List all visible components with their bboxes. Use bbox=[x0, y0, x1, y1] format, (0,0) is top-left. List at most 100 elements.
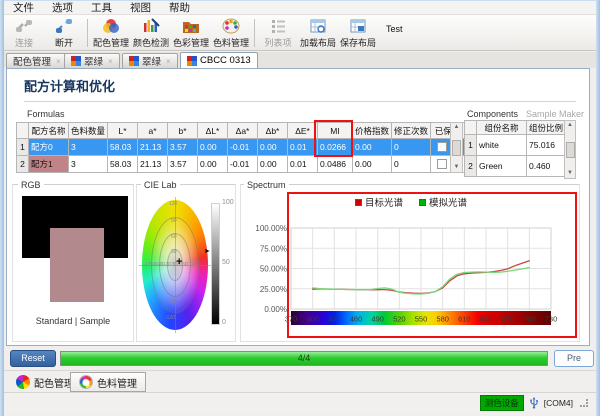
list-items-icon bbox=[268, 17, 288, 35]
palette-icon bbox=[79, 375, 93, 389]
column-header[interactable]: b* bbox=[168, 123, 198, 139]
menu-help[interactable]: 帮助 bbox=[160, 0, 199, 15]
component-ratio-cell[interactable]: 75.016 bbox=[527, 135, 566, 156]
column-header[interactable]: ΔL* bbox=[198, 123, 228, 139]
menu-options[interactable]: 选项 bbox=[43, 0, 82, 15]
sample-maker-tab[interactable]: Sample Maker bbox=[523, 109, 587, 119]
tab-close-icon[interactable]: × bbox=[56, 57, 61, 66]
dock-tab-label: 配色管理 bbox=[34, 375, 74, 390]
title-divider bbox=[24, 101, 576, 102]
load-layout-icon bbox=[308, 17, 328, 35]
scroll-thumb[interactable] bbox=[452, 140, 461, 156]
reset-button[interactable]: Reset bbox=[10, 350, 56, 367]
dock-tab-colorant-manage[interactable]: 色料管理 bbox=[70, 372, 146, 392]
tab-emerald-1[interactable]: 翠绿 × bbox=[64, 53, 120, 68]
column-header[interactable]: Δb* bbox=[258, 123, 288, 139]
formula-value-cell[interactable]: 58.03 bbox=[108, 156, 138, 173]
components-scrollbar[interactable]: ▲▼ bbox=[564, 120, 576, 179]
color-doc-icon bbox=[71, 56, 81, 66]
formula-row[interactable]: 2配方1358.0321.133.570.00-0.010.000.010.04… bbox=[17, 156, 465, 173]
column-header[interactable]: 组份名称 bbox=[477, 121, 527, 135]
menu-tools[interactable]: 工具 bbox=[82, 0, 121, 15]
tab-cbcc-0313[interactable]: CBCC 0313 bbox=[180, 52, 258, 68]
formula-value-cell[interactable]: 0.01 bbox=[288, 156, 318, 173]
toolbar-label: 配色管理 bbox=[93, 36, 129, 49]
tab-close-icon[interactable]: × bbox=[166, 57, 171, 66]
column-header[interactable]: L* bbox=[108, 123, 138, 139]
color-manage-button[interactable]: 色彩管理 bbox=[171, 16, 211, 50]
formula-value-cell[interactable]: 3 bbox=[69, 139, 108, 156]
formulas-table: 配方名称色料数量L*a*b*ΔL*Δa*Δb*ΔE*MI价格指数修正次数已保存1… bbox=[16, 122, 465, 173]
disconnect-button[interactable]: 断开 bbox=[44, 16, 84, 50]
tab-color-match-manage[interactable]: 配色管理 × bbox=[6, 53, 68, 68]
scroll-up-icon[interactable]: ▲ bbox=[567, 121, 573, 130]
column-header[interactable]: 修正次数 bbox=[392, 123, 431, 139]
tab-close-icon[interactable]: × bbox=[108, 57, 113, 66]
lightness-bar bbox=[211, 203, 220, 325]
formula-value-cell[interactable]: 0.00 bbox=[353, 156, 392, 173]
formula-value-cell[interactable]: 3 bbox=[69, 156, 108, 173]
formula-value-cell[interactable]: 0.00 bbox=[258, 156, 288, 173]
component-row[interactable]: 2Green0.460 bbox=[465, 156, 566, 177]
column-header[interactable]: a* bbox=[138, 123, 168, 139]
formula-value-cell[interactable]: 0.00 bbox=[353, 139, 392, 156]
formula-value-cell[interactable]: -0.01 bbox=[228, 156, 258, 173]
formula-value-cell[interactable]: 3.57 bbox=[168, 156, 198, 173]
toolbar-separator bbox=[254, 19, 255, 47]
dock-tab-label: 色料管理 bbox=[97, 375, 137, 390]
saved-checkbox[interactable] bbox=[437, 159, 447, 169]
formula-name-cell[interactable]: 配方0 bbox=[29, 139, 69, 156]
formula-name-cell[interactable]: 配方1 bbox=[29, 156, 69, 173]
formula-value-cell[interactable]: 21.13 bbox=[138, 139, 168, 156]
formula-value-cell[interactable]: 21.13 bbox=[138, 156, 168, 173]
formula-value-cell[interactable]: 0 bbox=[392, 139, 431, 156]
column-header[interactable]: 价格指数 bbox=[353, 123, 392, 139]
document-tab-bar: 配色管理 × 翠绿 × 翠绿 × CBCC 0313 bbox=[4, 52, 596, 68]
scroll-down-icon[interactable]: ▼ bbox=[567, 169, 573, 178]
formula-value-cell[interactable]: 0.00 bbox=[258, 139, 288, 156]
formula-row[interactable]: 1配方0358.0321.133.570.00-0.010.000.010.02… bbox=[17, 139, 465, 156]
resize-grip[interactable] bbox=[580, 399, 588, 407]
menu-file[interactable]: 文件 bbox=[4, 0, 43, 15]
tab-emerald-2[interactable]: 翠绿 × bbox=[122, 53, 178, 68]
formula-value-cell[interactable]: 3.57 bbox=[168, 139, 198, 156]
row-number[interactable]: 1 bbox=[17, 139, 29, 156]
formula-value-cell[interactable]: 0.0486 bbox=[318, 156, 353, 173]
pre-button[interactable]: Pre bbox=[554, 350, 594, 367]
formula-value-cell[interactable]: 0.00 bbox=[198, 139, 228, 156]
progress-bar: 4/4 bbox=[60, 351, 548, 366]
save-layout-button[interactable]: 保存布局 bbox=[338, 16, 378, 50]
scroll-up-icon[interactable]: ▲ bbox=[454, 123, 460, 132]
load-layout-button[interactable]: 加载布局 bbox=[298, 16, 338, 50]
svg-text:0.00%: 0.00% bbox=[264, 305, 287, 314]
scroll-down-icon[interactable]: ▼ bbox=[454, 163, 460, 172]
row-number[interactable]: 1 bbox=[465, 135, 477, 156]
formula-value-cell[interactable]: 58.03 bbox=[108, 139, 138, 156]
row-number[interactable]: 2 bbox=[17, 156, 29, 173]
column-header[interactable]: 组份比例 bbox=[527, 121, 566, 135]
formula-value-cell[interactable]: -0.01 bbox=[228, 139, 258, 156]
component-row[interactable]: 1white75.016 bbox=[465, 135, 566, 156]
column-header[interactable]: 色料数量 bbox=[69, 123, 108, 139]
components-tab[interactable]: Components bbox=[464, 109, 521, 119]
column-header[interactable]: 配方名称 bbox=[29, 123, 69, 139]
row-number[interactable]: 2 bbox=[465, 156, 477, 177]
colorant-manage-button[interactable]: 色料管理 bbox=[211, 16, 251, 50]
formulas-scrollbar[interactable]: ▲▼ bbox=[450, 122, 463, 173]
test-button[interactable]: Test bbox=[386, 24, 403, 34]
connect-button[interactable]: 连接 bbox=[4, 16, 44, 50]
column-header[interactable]: Δa* bbox=[228, 123, 258, 139]
menu-view[interactable]: 视图 bbox=[121, 0, 160, 15]
app-window: 文件 选项 工具 视图 帮助 连接 断开 配色管理 颜色检测 色彩管理 bbox=[0, 0, 600, 416]
saved-checkbox[interactable] bbox=[437, 142, 447, 152]
list-items-button[interactable]: 列表项 bbox=[258, 16, 298, 50]
formula-value-cell[interactable]: 0.00 bbox=[198, 156, 228, 173]
color-match-manage-button[interactable]: 配色管理 bbox=[91, 16, 131, 50]
formula-value-cell[interactable]: 0 bbox=[392, 156, 431, 173]
component-name-cell[interactable]: white bbox=[477, 135, 527, 156]
component-name-cell[interactable]: Green bbox=[477, 156, 527, 177]
component-ratio-cell[interactable]: 0.460 bbox=[527, 156, 566, 177]
color-detect-button[interactable]: 颜色检测 bbox=[131, 16, 171, 50]
status-bar: 测色设备 [COM4] bbox=[4, 392, 596, 412]
scroll-thumb[interactable] bbox=[566, 142, 575, 158]
